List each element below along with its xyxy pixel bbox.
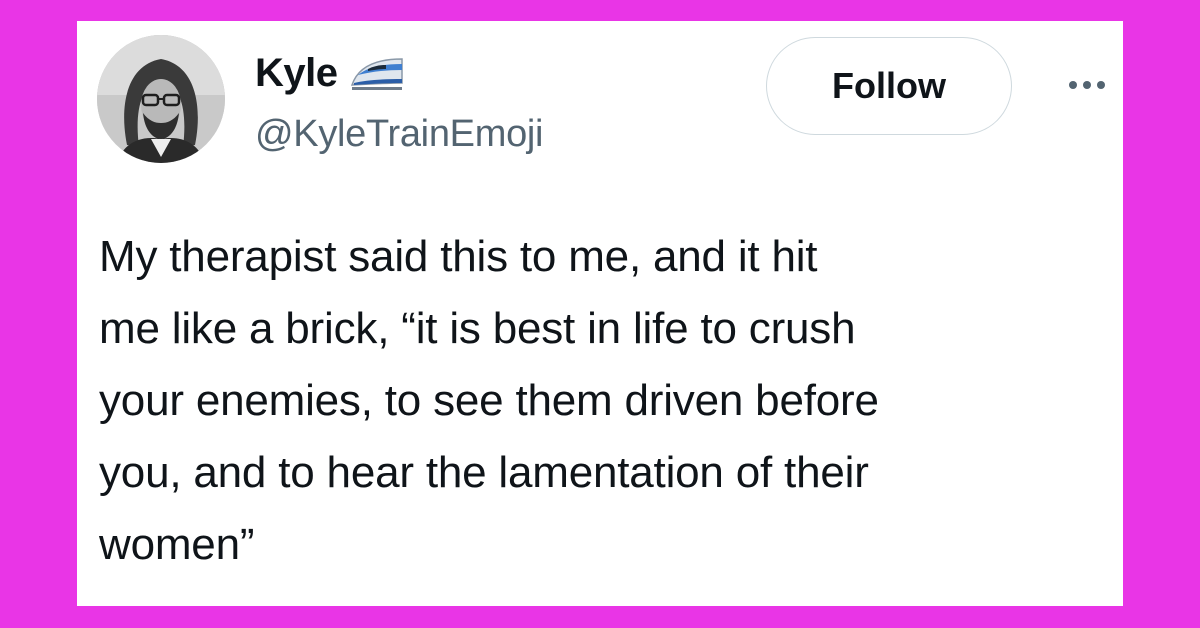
more-horizontal-icon[interactable] (1065, 75, 1115, 95)
avatar[interactable] (97, 35, 225, 163)
follow-button[interactable]: Follow (766, 37, 1012, 135)
high-speed-train-icon (348, 53, 406, 93)
tweet-card: Kyle @KyleTrainEmoji Follow My therapist… (77, 21, 1123, 606)
author-name-row[interactable]: Kyle (255, 47, 406, 99)
avatar-photo (97, 35, 225, 163)
user-handle[interactable]: @KyleTrainEmoji (255, 113, 543, 156)
tweet-text: My therapist said this to me, and it hit… (99, 232, 879, 569)
display-name[interactable]: Kyle (255, 51, 338, 96)
